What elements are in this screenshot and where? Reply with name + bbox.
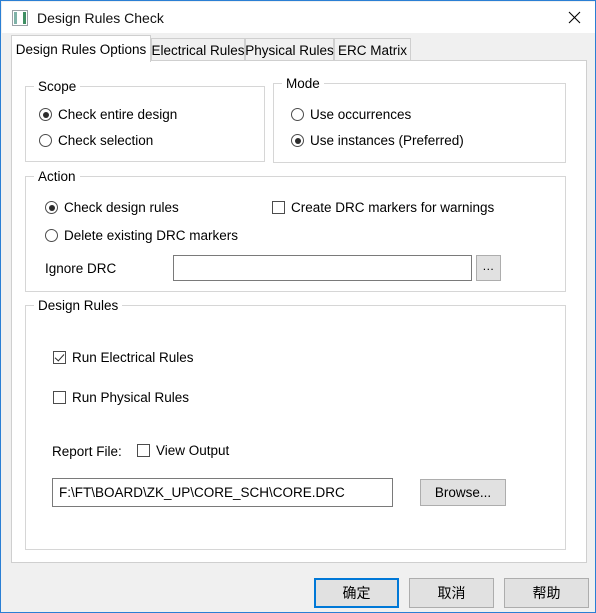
radio-icon [39, 108, 52, 121]
mode-group: Mode Use occurrences Use instances (Pref… [273, 76, 566, 163]
checkbox-icon [53, 391, 66, 404]
checkbox-run-physical-rules[interactable]: Run Physical Rules [53, 390, 189, 405]
scope-group: Scope Check entire design Check selectio… [25, 79, 265, 162]
design-rules-legend: Design Rules [34, 298, 123, 313]
ignore-drc-label: Ignore DRC [45, 261, 117, 276]
tab-label: Design Rules Options [15, 41, 147, 57]
radio-check-design-rules[interactable]: Check design rules [45, 200, 179, 215]
tab-physical-rules[interactable]: Physical Rules [245, 38, 334, 61]
ignore-drc-input[interactable] [173, 255, 472, 281]
cancel-label: 取消 [437, 585, 466, 601]
radio-delete-existing-drc-markers[interactable]: Delete existing DRC markers [45, 228, 238, 243]
design-rules-options-panel: Scope Check entire design Check selectio… [11, 60, 587, 563]
checkbox-icon [137, 444, 150, 457]
tab-label: ERC Matrix [338, 42, 408, 58]
radio-icon [39, 134, 52, 147]
help-label: 帮助 [532, 585, 561, 601]
radio-label: Check design rules [64, 200, 179, 215]
radio-label: Delete existing DRC markers [64, 228, 239, 243]
checkbox-icon [53, 351, 66, 364]
action-legend: Action [34, 169, 80, 184]
application-icon [12, 9, 28, 26]
radio-label: Use occurrences [310, 107, 412, 122]
tab-erc-matrix[interactable]: ERC Matrix [334, 38, 411, 61]
browse-button[interactable]: Browse... [420, 479, 506, 506]
checkbox-label: Create DRC markers for warnings [291, 200, 495, 215]
design-rules-check-dialog: Design Rules Check Design Rules Options … [0, 0, 596, 613]
radio-icon [291, 134, 304, 147]
radio-label: Use instances (Preferred) [310, 133, 464, 148]
checkbox-view-output[interactable]: View Output [137, 443, 229, 458]
ellipsis-icon: ... [482, 259, 495, 273]
title-bar: Design Rules Check [2, 2, 595, 33]
ok-button[interactable]: 确定 [314, 578, 399, 608]
tab-strip: Design Rules Options Electrical Rules Ph… [2, 33, 595, 62]
tab-label: Physical Rules [245, 42, 334, 58]
close-icon[interactable] [552, 2, 595, 33]
checkbox-label: Run Physical Rules [72, 390, 190, 405]
checkbox-label: View Output [156, 443, 230, 458]
action-group: Action Check design rules Delete existin… [25, 169, 566, 292]
radio-check-selection[interactable]: Check selection [39, 133, 153, 148]
checkbox-label: Run Electrical Rules [72, 350, 194, 365]
ok-label: 确定 [342, 585, 371, 601]
design-rules-group: Design Rules Run Electrical Rules Run Ph… [25, 298, 566, 550]
help-button[interactable]: 帮助 [504, 578, 589, 608]
checkbox-create-drc-markers-for-warnings[interactable]: Create DRC markers for warnings [272, 200, 494, 215]
scope-legend: Scope [34, 79, 81, 94]
cancel-button[interactable]: 取消 [409, 578, 494, 608]
checkbox-icon [272, 201, 285, 214]
mode-legend: Mode [282, 76, 324, 91]
radio-check-entire-design[interactable]: Check entire design [39, 107, 177, 122]
radio-icon [291, 108, 304, 121]
radio-label: Check entire design [58, 107, 178, 122]
window-title: Design Rules Check [37, 9, 164, 26]
radio-use-instances[interactable]: Use instances (Preferred) [291, 133, 464, 148]
radio-icon [45, 229, 58, 242]
checkbox-run-electrical-rules[interactable]: Run Electrical Rules [53, 350, 194, 365]
report-file-value: F:\FT\BOARD\ZK_UP\CORE_SCH\CORE.DRC [59, 485, 345, 500]
dialog-footer: 确定 取消 帮助 [2, 563, 595, 612]
report-file-input[interactable]: F:\FT\BOARD\ZK_UP\CORE_SCH\CORE.DRC [52, 478, 393, 507]
radio-use-occurrences[interactable]: Use occurrences [291, 107, 411, 122]
radio-icon [45, 201, 58, 214]
report-file-label: Report File: [52, 444, 122, 459]
ignore-drc-browse-button[interactable]: ... [476, 255, 501, 281]
tab-electrical-rules[interactable]: Electrical Rules [151, 38, 245, 61]
browse-label: Browse... [434, 485, 492, 500]
tab-label: Electrical Rules [151, 42, 245, 58]
tab-design-rules-options[interactable]: Design Rules Options [11, 35, 151, 62]
radio-label: Check selection [58, 133, 154, 148]
